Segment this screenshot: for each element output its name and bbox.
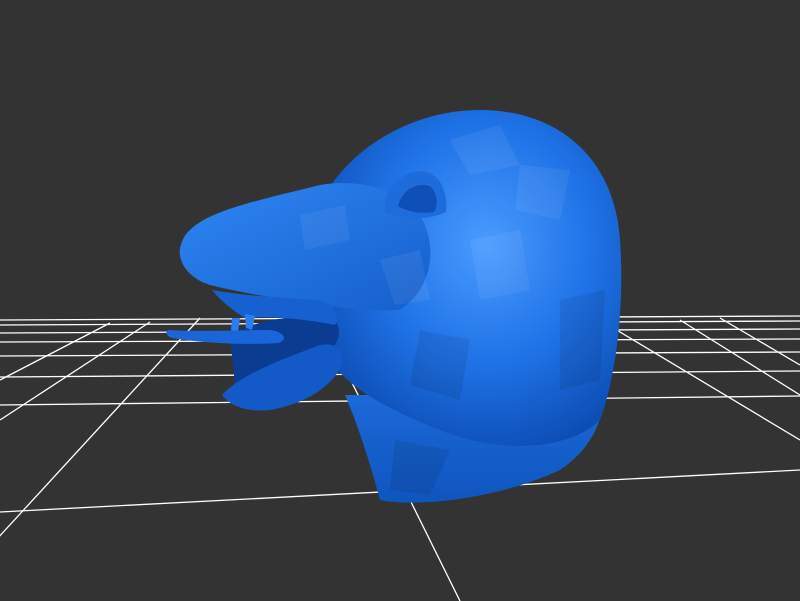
grid-line-v <box>679 319 800 396</box>
model-fang-left <box>231 318 240 332</box>
grid-line-v <box>0 321 151 421</box>
grid-line-v <box>599 319 800 441</box>
grid-line-v <box>719 317 800 366</box>
creature-head-model[interactable] <box>166 110 622 503</box>
grid-line-v <box>0 317 201 537</box>
grid-line-v <box>0 322 111 381</box>
3d-viewport[interactable] <box>0 0 800 601</box>
scene-canvas[interactable] <box>0 0 800 601</box>
